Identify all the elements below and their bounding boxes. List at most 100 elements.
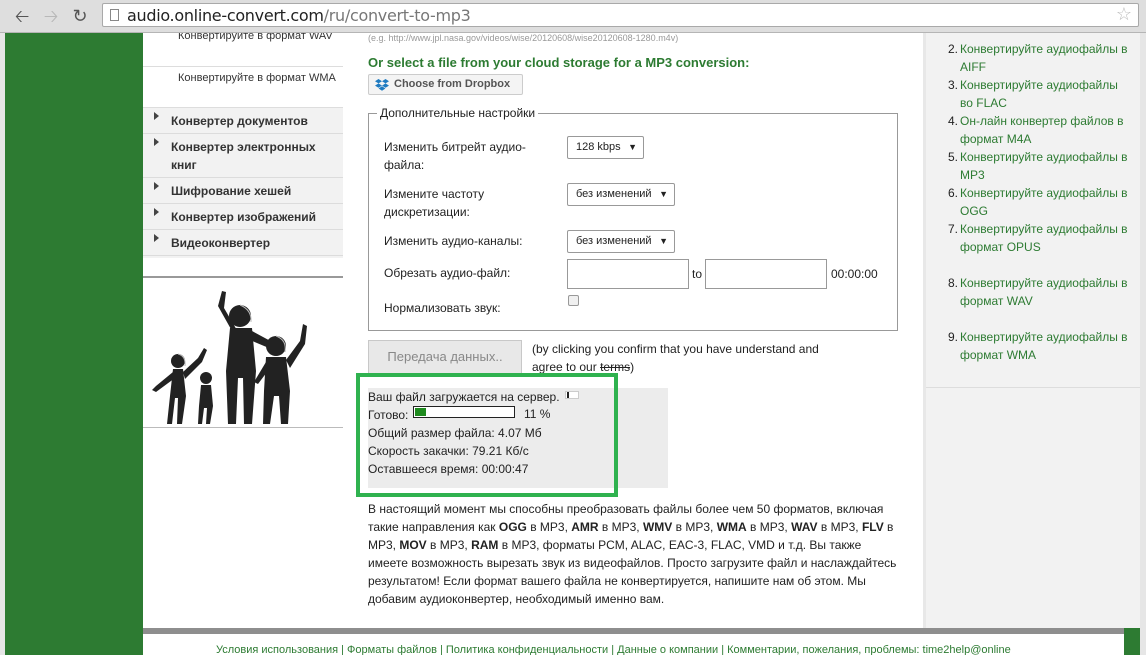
menu-item-label: Видеоконвертер [171,236,271,250]
category-menu: Конвертер документов Конвертер электронн… [143,107,343,258]
list-item-number: 8. [947,276,958,290]
page-icon [110,9,119,21]
list-item-number: 3. [947,78,958,92]
related-converter-item: 8. Конвертируйте аудиофайлы в формат WAV [926,274,1140,328]
menu-item-label: Шифрование хешей [171,184,292,198]
dropdown-arrow-icon: ▼ [659,236,668,246]
forward-button[interactable]: 🡢 [40,5,62,27]
menu-item-ebooks[interactable]: Конвертер электронных книг [143,134,343,178]
related-converter-item: 5. Конвертируйте аудиофайлы в MP3 [926,148,1140,184]
normalize-label: Нормализовать звук: [384,301,501,315]
file-size-text: Общий размер файла: 4.07 Мб [368,426,542,440]
trim-end-input[interactable] [705,259,827,289]
main-content: (e.g. http://www.jpl.nasa.gov/videos/wis… [343,33,923,628]
upload-progress-bar [413,406,515,418]
related-converter-link[interactable]: Конвертируйте аудиофайлы в формат WMA [960,328,1130,364]
description-text: в MP3, [426,538,472,552]
menu-item-hashes[interactable]: Шифрование хешей [143,178,343,204]
trim-time-hint: 00:00:00 [831,267,878,281]
bitrate-select[interactable]: 128 kbps ▼ [567,136,644,159]
description-text: в MP3, [526,520,572,534]
upload-progress-panel: Ваш файл загружается на сервер. Готово: … [368,388,668,488]
related-converter-link[interactable]: Конвертируйте аудиофайлы в AIFF [960,40,1130,76]
page-viewport: Конвертируйте в формат WAV Конвертируйте… [0,33,1146,655]
channels-select[interactable]: без изменений ▼ [567,230,675,253]
channels-label: Изменить аудио-каналы: [384,234,523,248]
triangle-right-icon [154,138,159,146]
cloud-storage-title: Or select a file from your cloud storage… [368,55,750,70]
terms-link[interactable]: terms [600,360,630,374]
menu-item-label: Конвертер изображений [171,210,316,224]
related-converter-item: 9. Конвертируйте аудиофайлы в формат WMA [926,328,1140,382]
frequency-select[interactable]: без изменений ▼ [567,183,675,206]
upload-speed-text: Скорость закачки: 79.21 Кб/с [368,444,529,458]
right-sidebar-divider [926,387,1140,388]
related-converter-link[interactable]: Конвертируйте аудиофайлы в MP3 [960,148,1130,184]
related-converter-link[interactable]: Конвертируйте аудиофайлы в формат WAV [960,274,1130,310]
footer: Условия использования | Форматы файлов |… [143,634,1124,655]
ready-label: Готово: [368,408,409,422]
dropbox-button[interactable]: Choose from Dropbox [368,74,523,95]
format-name: RAM [471,538,499,552]
trim-start-input[interactable] [567,259,689,289]
menu-item-video[interactable]: Видеоконвертер [143,230,343,256]
agreement-text: (by clicking you confirm that you have u… [532,340,822,376]
back-button[interactable]: 🡠 [11,5,33,27]
dancing-people-illustration [152,291,307,424]
menu-item-documents[interactable]: Конвертер документов [143,108,343,134]
green-background-left [5,33,143,655]
dropbox-button-label: Choose from Dropbox [394,78,511,90]
footer-links[interactable]: Условия использования | Форматы файлов |… [216,644,1011,655]
triangle-right-icon [154,182,159,190]
normalize-checkbox[interactable] [568,295,579,306]
bitrate-label: Изменить битрейт аудио-файла: [384,140,526,172]
reload-button[interactable]: ↻ [69,5,91,27]
related-converter-link[interactable]: Конвертируйте аудиофайлы в формат OPUS [960,220,1130,256]
description-text: в MP3, [672,520,717,534]
trim-label: Обрезать аудио-файл: [384,266,511,280]
related-converter-link[interactable]: Он-лайн конвертер файлов в формат M4A [960,112,1130,148]
advanced-settings: Дополнительные настройки Изменить битрей… [368,106,898,331]
submenu-divider [143,66,343,67]
forward-arrow-icon: 🡢 [43,6,59,26]
address-bar[interactable]: audio.online-convert.com/ru/convert-to-m… [102,3,1139,27]
format-name: OGG [498,520,527,534]
dropdown-arrow-icon: ▼ [628,142,637,152]
upload-status-text: Ваш файл загружается на сервер. [368,390,560,404]
upload-progress-fill [415,408,426,416]
sidebar-divider [143,276,343,278]
related-converter-item: 6. Конвертируйте аудиофайлы в OGG [926,184,1140,220]
format-name: WMV [642,520,673,534]
format-name: FLV [861,520,884,534]
format-name: MOV [399,538,427,552]
triangle-right-icon [154,208,159,216]
description-text: в MP3, [817,520,862,534]
bookmark-star-icon[interactable]: ☆ [1116,4,1132,25]
trim-to-label: to [692,267,703,281]
left-sidebar: Конвертируйте в формат WAV Конвертируйте… [143,33,343,655]
related-converter-link[interactable]: Конвертируйте аудиофайлы во FLAC [960,76,1130,112]
menu-item-label: Конвертер документов [171,114,308,128]
related-converter-item: 7. Конвертируйте аудиофайлы в формат OPUS [926,220,1140,274]
upload-activity-indicator [565,391,579,399]
related-converter-link[interactable]: Конвертируйте аудиофайлы в OGG [960,184,1130,220]
submenu-item-wav[interactable]: Конвертируйте в формат WAV [178,33,338,45]
description-text: в MP3, [746,520,792,534]
right-sidebar: 2. Конвертируйте аудиофайлы в AIFF 3. Конве… [926,33,1140,628]
url-text: audio.online-convert.com/ru/convert-to-m… [127,6,471,25]
url-host: audio.online-convert.com [127,6,324,25]
dropdown-arrow-icon: ▼ [659,189,668,199]
upload-percent: 11 % [524,407,551,421]
menu-item-images[interactable]: Конвертер изображений [143,204,343,230]
submit-button[interactable]: Передача данных.. [368,340,522,374]
submenu-item-wma[interactable]: Конвертируйте в формат WMA [178,69,338,87]
sidebar-divider [143,427,343,428]
related-converter-item: 4. Он-лайн конвертер файлов в формат M4A [926,112,1140,148]
triangle-right-icon [154,234,159,242]
channels-select-value: без изменений [576,235,652,247]
description-text: в MP3, [598,520,643,534]
list-item-number: 2. [947,42,958,56]
related-converter-item: 3. Конвертируйте аудиофайлы во FLAC [926,76,1140,112]
agreement-text-body: (by clicking you confirm that you have u… [532,342,819,374]
list-item-number: 4. [947,114,958,128]
